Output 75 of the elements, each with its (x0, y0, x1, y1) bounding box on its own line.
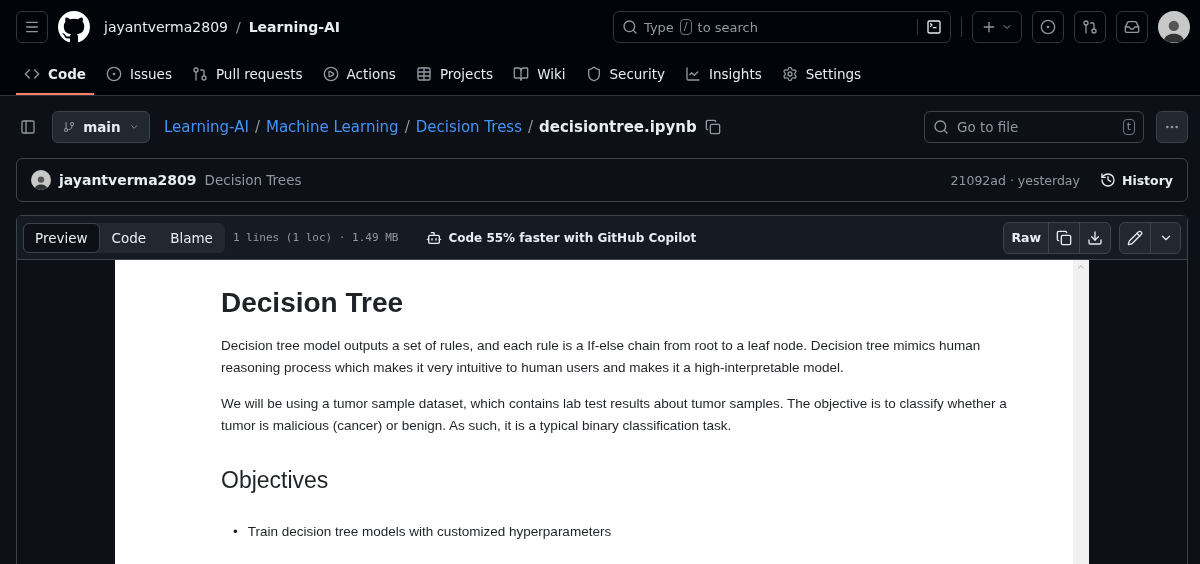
graph-icon (684, 65, 701, 82)
copilot-link[interactable]: Code 55% faster with GitHub Copilot (426, 229, 697, 246)
create-new-button[interactable] (972, 11, 1022, 43)
issue-icon (1040, 19, 1056, 35)
view-tab[interactable]: Preview (23, 222, 100, 253)
repo-tab[interactable]: Actions (314, 54, 404, 95)
pull-request-icon (191, 65, 208, 82)
sidebar-toggle-icon[interactable] (20, 119, 36, 135)
repo-tab[interactable]: Pull requests (183, 54, 311, 95)
view-tab[interactable]: Code (99, 222, 159, 253)
inbox-icon (1124, 19, 1140, 35)
field-placeholder: Go to file (957, 119, 1019, 135)
issues-button[interactable] (1032, 11, 1064, 43)
settings-icon (781, 65, 798, 82)
search-field[interactable]: Type / to search (613, 11, 951, 43)
copy-icon[interactable] (704, 119, 721, 135)
download-icon (1087, 229, 1103, 246)
repo-tab[interactable]: Code (16, 54, 94, 95)
view-tab[interactable]: Blame (158, 222, 225, 253)
search-icon (933, 119, 949, 135)
avatar[interactable] (1158, 11, 1190, 43)
search-icon (622, 19, 638, 35)
avatar[interactable] (31, 170, 51, 190)
copy-icon (1056, 229, 1072, 246)
play-icon (322, 65, 339, 82)
path-separator: / (404, 118, 410, 136)
history-link[interactable]: History (1099, 172, 1173, 188)
history-icon (1099, 172, 1116, 188)
repo-tab[interactable]: Insights (676, 54, 770, 95)
menu-button[interactable] (16, 11, 48, 43)
shield-icon (585, 65, 602, 82)
path-link[interactable]: Decision Tress (415, 118, 522, 136)
path-link[interactable]: Machine Learning (265, 118, 399, 136)
repo-tab[interactable]: Projects (407, 54, 502, 95)
path-link[interactable]: Learning-AI (164, 118, 249, 136)
bullet-item: Train decision tree models with customized hyperparameters (247, 523, 612, 541)
owner-link[interactable]: jayantverma2809 (104, 19, 228, 35)
branch-button[interactable]: main (52, 111, 150, 143)
menu-icon (24, 19, 40, 35)
pull-request-icon (1082, 19, 1098, 35)
issue-icon (106, 65, 122, 82)
inbox-button[interactable] (1116, 11, 1148, 43)
path-separator: / (528, 118, 534, 136)
path-separator: / (254, 118, 260, 136)
search-placeholder: to search (697, 19, 758, 35)
bullet-marker: • (233, 523, 238, 541)
pencil-icon (1127, 229, 1143, 246)
repo-link[interactable]: Learning-AI (248, 19, 341, 35)
command-palette-icon[interactable] (926, 19, 942, 35)
path-separator: / (235, 19, 241, 35)
file-info: 1 lines (1 loc) · 1.49 MB (232, 231, 399, 244)
plus-icon (981, 19, 997, 35)
commit-meta[interactable]: 21092ad · yesterday (950, 172, 1080, 188)
paragraph: We will be using a tumor sample dataset, which contains lab test results about tumor samples. The objective is to classify whether a tumor is malicious (cancer) or benign. As such, it is a typical binary classification task. (221, 395, 1008, 435)
go-to-file-field[interactable]: Go to file t (924, 111, 1144, 143)
repo-tab[interactable]: Issues (98, 54, 180, 95)
shortcut-key: t (1122, 119, 1135, 135)
shortcut-key: / (679, 19, 692, 35)
robot-icon (426, 229, 443, 246)
github-logo[interactable] (58, 11, 90, 43)
file-name[interactable]: decisiontree.ipynb (539, 118, 697, 136)
commit-author[interactable]: jayantverma2809 (59, 172, 197, 188)
book-icon (513, 65, 530, 82)
paragraph: Decision tree model outputs a set of rules, and each rule is a If-else chain from root to a leaf node. Decision tree mimics human reasoning process which makes it very intuitive to human users and makes it a high-interpretable model. (221, 337, 982, 377)
branch-icon (63, 120, 76, 134)
table-icon (415, 65, 432, 82)
commit-message[interactable]: Decision Trees (204, 172, 302, 188)
repo-tab[interactable]: Security (577, 54, 673, 95)
scrollbar[interactable] (1073, 260, 1089, 564)
repo-tab[interactable]: Settings (773, 54, 870, 95)
repo-tab[interactable]: Wiki (505, 54, 574, 95)
pull-requests-button[interactable] (1074, 11, 1106, 43)
notebook-title: Decision Tree (221, 287, 405, 319)
section-heading: Objectives (221, 467, 330, 494)
search-placeholder: Type (644, 19, 674, 35)
